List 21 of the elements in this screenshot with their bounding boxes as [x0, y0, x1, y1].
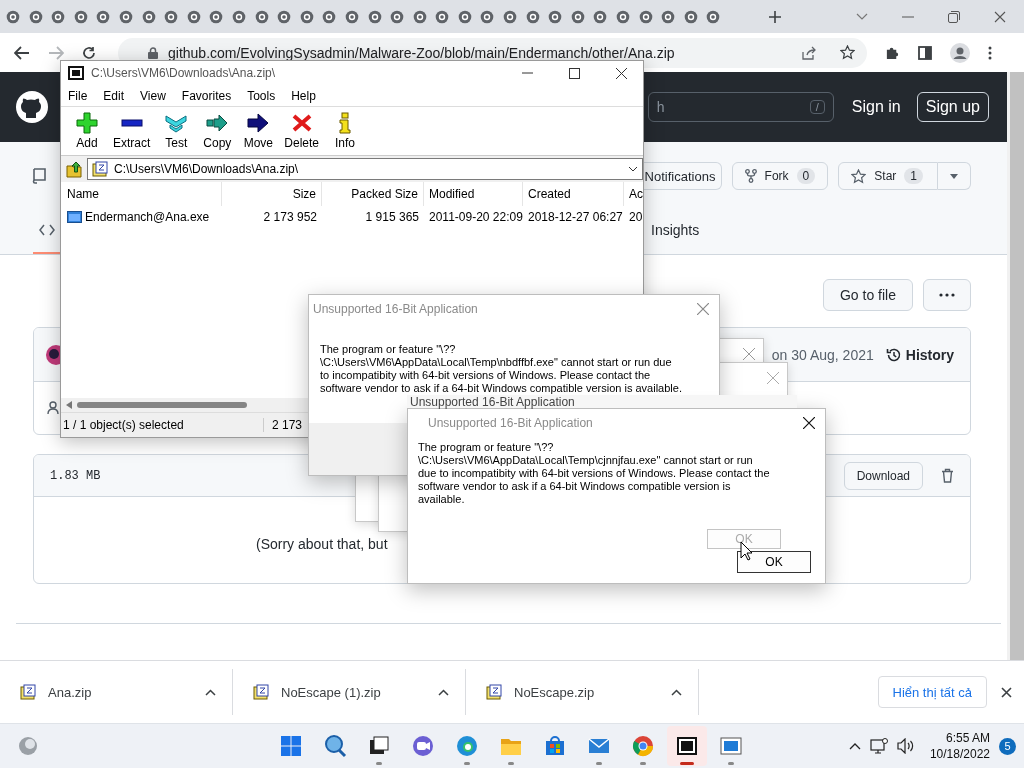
commit-date: on 30 Aug, 2021 — [771, 346, 874, 363]
dialog-title: Unsupported 16-Bit Application — [410, 394, 575, 409]
dialog-message: The program or feature "\??\C:\Users\VM6\AppData\Local\Temp\nbdffbf.exe" cannot start or run due to incompatibity with 64-bit versions of Windows. Please contact the software vendor to ask if a 64-bit Windows compatible version is available. — [320, 343, 682, 395]
window-title: C:\Users\VM6\Downloads\Ana.zip\ — [91, 66, 276, 80]
table-cell-text: 2 173 952 — [262, 209, 318, 226]
status-text: 1 / 1 object(s) selected — [61, 418, 264, 432]
dialog-title: Unsupported 16-Bit Application — [428, 416, 593, 430]
star-count: 1 — [904, 168, 923, 184]
status-size: 2 173 — [271, 418, 303, 432]
fork-count: 0 — [796, 168, 816, 184]
table-cell-text: 20 — [628, 209, 643, 226]
table-cell-text: 2018-12-27 06:27 — [527, 209, 624, 226]
dialog-message: The program or feature "\??\C:\Users\VM6\AppData\Local\Temp\cjnnjfau.exe" cannot start or run due to incompatibity with 64-bit versions of Windows. Please contact the software vendor to ask if a 64-bit Windows compatible version is available. — [418, 441, 770, 506]
url-text: github.com/EvolvingSysadmin/Malware-Zoo/blob/main/Endermanch/other/Ana.zip — [168, 44, 675, 61]
table-cell-text: 2011-09-20 22:09 — [428, 209, 523, 226]
file-size: 1.83 MB — [50, 468, 101, 483]
table-cell-text: 1 915 365 — [364, 209, 420, 226]
dialog-title: Unsupported 16-Bit Application — [313, 302, 478, 316]
shortcut-key: / — [809, 100, 825, 114]
file-name: Endermanch@Ana.exe — [61, 206, 222, 228]
file-message: (Sorry about that, but — [256, 536, 388, 552]
